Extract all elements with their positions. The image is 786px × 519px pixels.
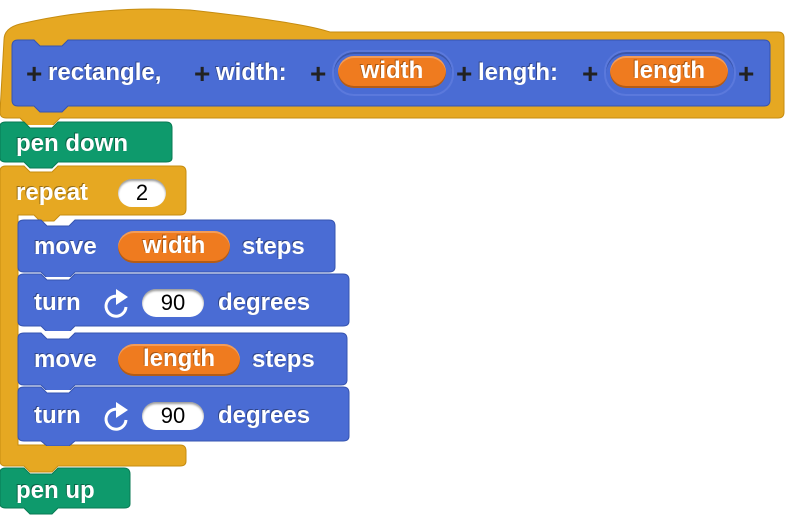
- rotate-clockwise-icon: [104, 402, 128, 431]
- rotate-clockwise-icon: [104, 289, 128, 318]
- degrees-label: degrees: [218, 402, 311, 429]
- add-input-icon[interactable]: +: [310, 60, 326, 88]
- steps-label: steps: [242, 233, 305, 260]
- move-label: move: [34, 233, 97, 260]
- steps-label: steps: [252, 346, 315, 373]
- add-input-icon[interactable]: +: [456, 60, 472, 88]
- turn-label: turn: [34, 289, 81, 316]
- move-label: move: [34, 346, 97, 373]
- hat-label-rectangle: rectangle,: [48, 59, 162, 86]
- turn-degrees-input[interactable]: 90: [142, 289, 204, 317]
- pen-down-label: pen down: [16, 130, 128, 157]
- hat-label-width: width:: [216, 59, 287, 86]
- length-variable[interactable]: length: [118, 344, 240, 376]
- turn-degrees-input[interactable]: 90: [142, 402, 204, 430]
- add-input-icon[interactable]: +: [26, 60, 42, 88]
- width-variable[interactable]: width: [118, 231, 230, 263]
- turn-label: turn: [34, 402, 81, 429]
- repeat-label: repeat: [16, 179, 89, 206]
- param-width[interactable]: width: [338, 56, 446, 88]
- pen-up-label: pen up: [16, 477, 95, 504]
- param-length[interactable]: length: [610, 56, 728, 88]
- repeat-count-input[interactable]: 2: [118, 179, 166, 207]
- add-input-icon[interactable]: +: [194, 60, 210, 88]
- add-input-icon[interactable]: +: [738, 60, 754, 88]
- hat-label-length: length:: [478, 59, 558, 86]
- add-input-icon[interactable]: +: [582, 60, 598, 88]
- degrees-label: degrees: [218, 289, 311, 316]
